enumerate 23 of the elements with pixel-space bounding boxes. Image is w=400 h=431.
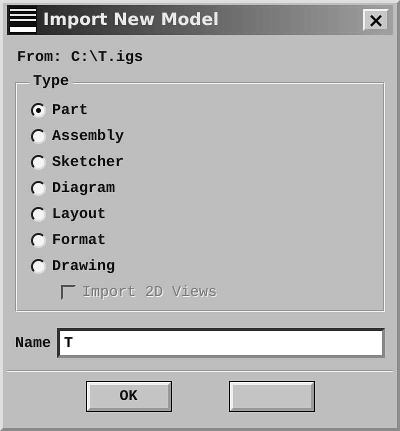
radio-button[interactable] (31, 206, 46, 222)
radio-label: Assembly (52, 128, 124, 144)
radio-label: Part (52, 102, 88, 118)
radio-button[interactable] (31, 154, 46, 170)
name-input-field[interactable]: T (57, 328, 385, 358)
name-label: Name (15, 334, 52, 352)
radio-button[interactable] (31, 102, 46, 118)
radio-label: Diagram (52, 180, 116, 196)
radio-button[interactable] (31, 232, 46, 248)
checkbox-label: Import 2D Views (82, 284, 218, 300)
radio-button[interactable] (31, 258, 46, 274)
group-title: Type (29, 73, 74, 90)
source-path: From: C:\T.igs (17, 49, 144, 66)
radio-button[interactable] (31, 128, 46, 144)
radio-label: Drawing (52, 258, 116, 274)
window-title: Import New Model (43, 10, 220, 30)
radio-label: Layout (52, 206, 106, 222)
radio-label: Format (52, 232, 106, 248)
radio-button[interactable] (31, 180, 46, 196)
ok-button[interactable]: OK (86, 382, 170, 411)
close-button[interactable]: × (363, 9, 389, 31)
radio-label: Sketcher (52, 154, 124, 170)
menu-icon[interactable] (9, 6, 37, 34)
